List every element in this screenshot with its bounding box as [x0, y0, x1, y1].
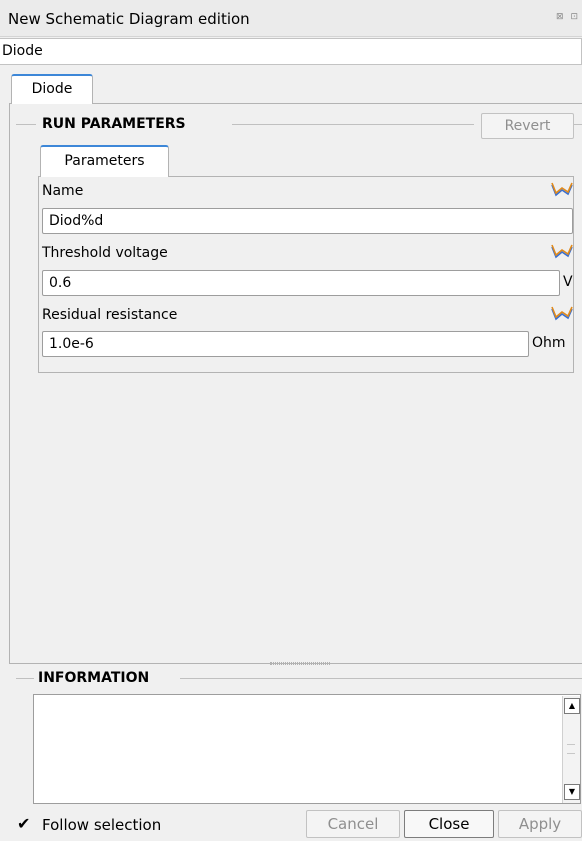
name-input[interactable]: Diod%d: [42, 208, 573, 234]
close-button[interactable]: Close: [404, 810, 494, 838]
follow-selection-label: Follow selection: [42, 816, 162, 834]
scroll-down-icon[interactable]: ▼: [564, 784, 580, 800]
group-divider: [180, 678, 582, 679]
plot-curve-icon[interactable]: [550, 181, 574, 199]
param-label-name: Name: [42, 183, 84, 199]
revert-button[interactable]: Revert: [481, 113, 574, 139]
plot-curve-icon[interactable]: [550, 243, 574, 261]
group-divider: [16, 124, 36, 125]
object-name-field[interactable]: Diode: [0, 38, 582, 65]
scroll-up-icon[interactable]: ▲: [564, 698, 580, 714]
cancel-button[interactable]: Cancel: [306, 810, 400, 838]
group-divider: [16, 678, 34, 679]
window-title: New Schematic Diagram edition: [8, 10, 250, 28]
group-divider: [232, 124, 474, 125]
unit-label-ohm: Ohm: [532, 335, 566, 351]
scrollbar[interactable]: ▲ ▼: [562, 696, 580, 803]
scroll-grip[interactable]: [567, 744, 575, 754]
param-label-residual-resistance: Residual resistance: [42, 307, 178, 323]
group-divider: [574, 124, 582, 125]
information-title: INFORMATION: [38, 670, 154, 686]
plot-curve-icon[interactable]: [550, 305, 574, 323]
threshold-voltage-input[interactable]: 0.6: [42, 270, 560, 296]
tab-diode[interactable]: Diode: [11, 74, 93, 104]
param-label-threshold-voltage: Threshold voltage: [42, 245, 168, 261]
splitter-handle[interactable]: [270, 662, 330, 665]
window-controls-icon[interactable]: ⊠ ⊡: [556, 12, 580, 22]
tab-parameters[interactable]: Parameters: [40, 145, 169, 177]
unit-label-volt: V: [563, 274, 573, 290]
residual-resistance-input[interactable]: 1.0e-6: [42, 331, 529, 357]
run-parameters-title: RUN PARAMETERS: [42, 116, 190, 132]
follow-selection-checkbox[interactable]: ✔: [17, 816, 31, 832]
apply-button[interactable]: Apply: [498, 810, 582, 838]
information-textbox[interactable]: [33, 694, 581, 804]
